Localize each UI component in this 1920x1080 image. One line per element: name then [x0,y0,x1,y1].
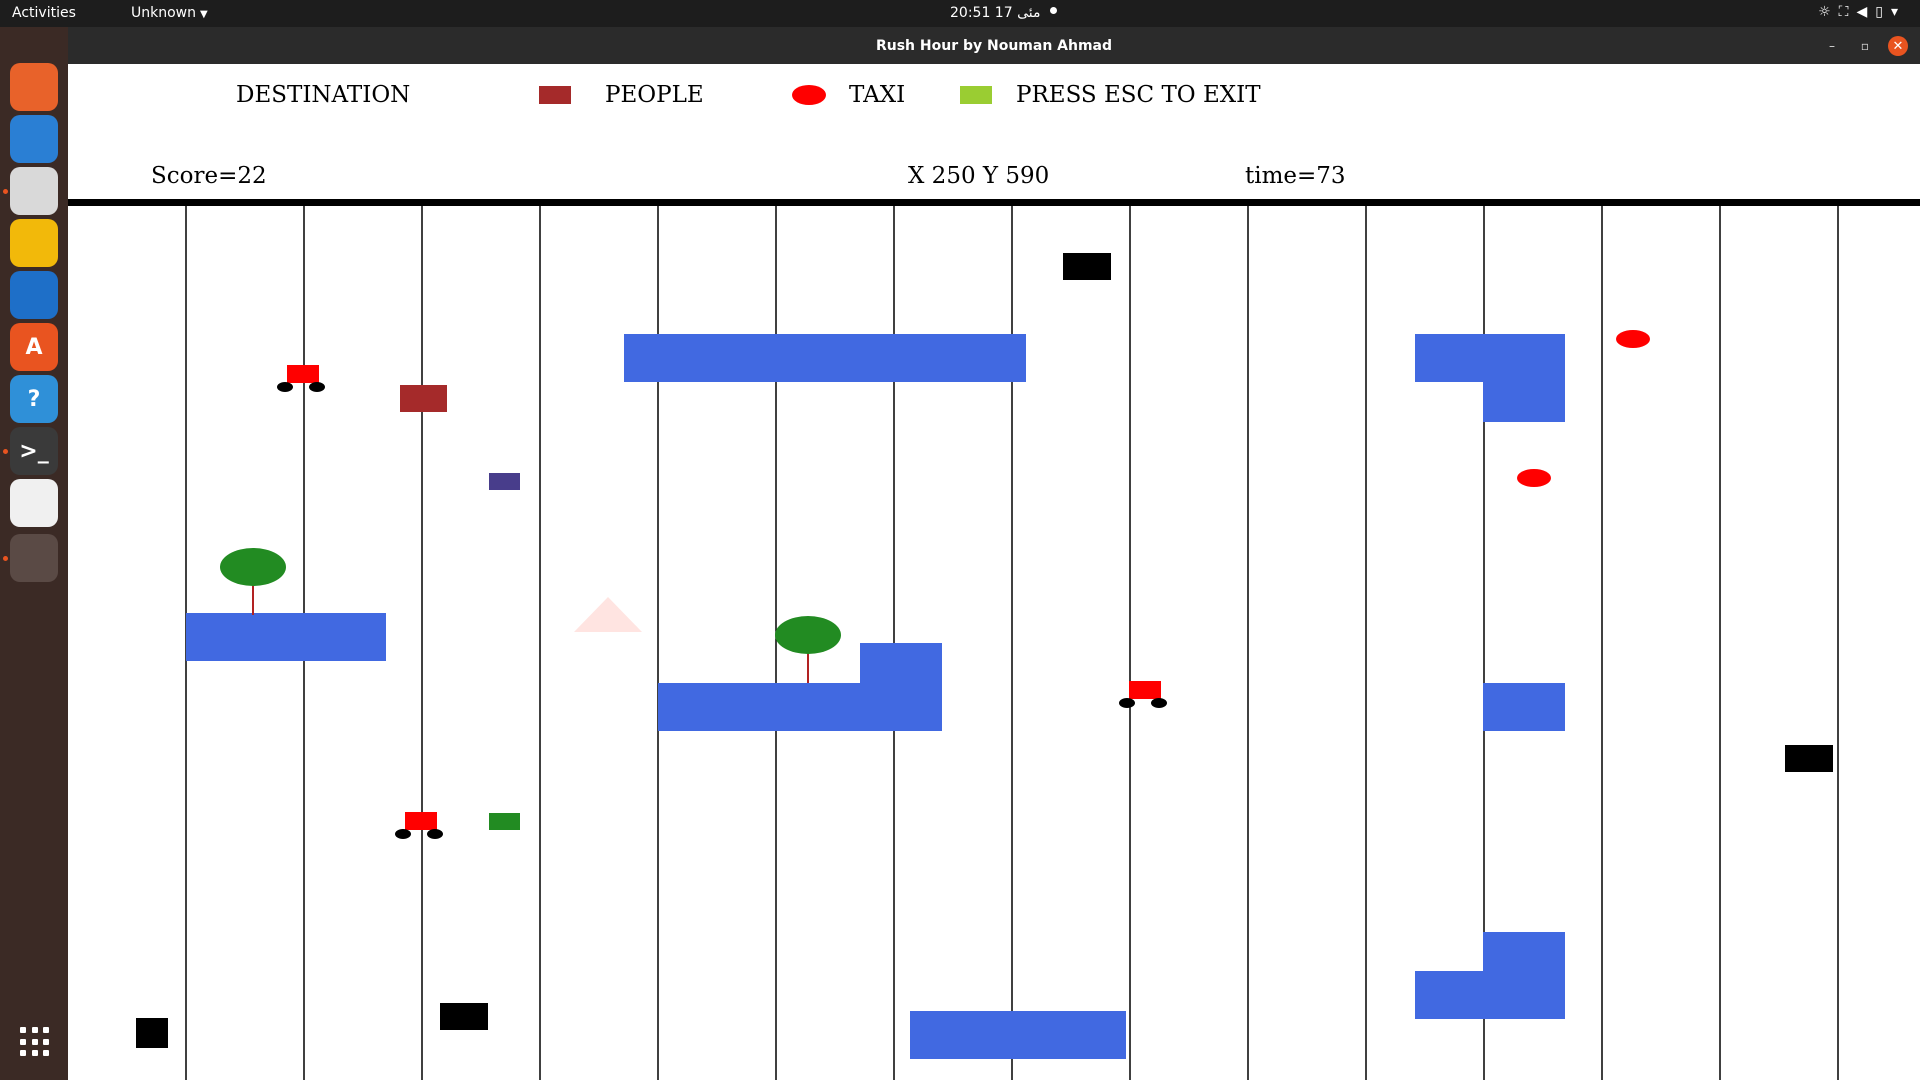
building-block [1483,683,1565,731]
building-block [910,1011,1126,1059]
car-wheel [427,829,443,839]
text-editor-glyph [10,479,58,527]
running-indicator [3,189,8,194]
help-glyph: ? [27,386,41,412]
person-marker [400,385,447,412]
notification-dot-icon [1050,7,1057,14]
system-top-bar: Activities Unknown ▼ 20:51 17 مئی ☼⛶◀▯▾ [0,0,1920,27]
rhythmbox-glyph [10,219,58,267]
building-block [1483,932,1565,1019]
maximize-icon[interactable]: ▫ [1855,36,1875,56]
thunderbird-glyph [10,115,58,163]
taxi-marker [1616,330,1650,348]
help-icon[interactable]: ? [10,375,58,423]
building-block [624,334,1026,382]
writer-glyph [10,271,58,319]
car-wheel [1151,698,1167,708]
thunderbird-icon[interactable] [10,115,58,163]
window-title: Rush Hour by Nouman Ahmad [875,37,1113,54]
car-body [1129,681,1161,699]
obstacle-block [136,1018,168,1048]
game-canvas[interactable]: DESTINATION PEOPLE TAXI PRESS ESC TO EXI… [68,64,1920,1080]
taxi-marker [1517,469,1551,487]
software-icon[interactable]: A [10,323,58,371]
passenger-marker [489,473,520,490]
close-icon[interactable]: ✕ [1888,36,1908,56]
destination-marker [489,813,520,830]
battery-icon: ▯ [1875,4,1891,20]
car-wheel [277,382,293,392]
firefox-icon[interactable] [10,63,58,111]
car-body [287,365,319,383]
car-body [405,812,437,830]
obstacle-block [1785,745,1833,772]
apps-grid-icon[interactable] [20,1027,50,1057]
text-editor-icon[interactable] [10,479,58,527]
terminal-icon[interactable]: >_ [10,427,58,475]
files-icon[interactable] [10,167,58,215]
brightness-icon: ☼ [1818,4,1839,20]
dock: A? >_ [0,27,68,1080]
network-icon: ⛶ [1838,4,1857,20]
clock[interactable]: 20:51 17 مئی [950,5,1040,21]
car-wheel [395,829,411,839]
app-menu-label: Unknown [131,5,196,21]
tree-canopy [220,548,286,586]
game-window-icon[interactable] [10,534,58,582]
building-block [186,613,386,661]
road-border [68,199,1920,206]
game-board[interactable] [68,64,1920,1080]
building-block [1483,334,1565,422]
app-menu[interactable]: Unknown ▼ [131,5,208,21]
obstacle-block [1063,253,1111,280]
running-indicator [3,556,8,561]
game-window-glyph [10,534,58,582]
activities-button[interactable]: Activities [12,5,76,21]
chevron-down-icon: ▼ [200,9,208,20]
tree-canopy [775,616,841,654]
window-title-bar[interactable]: Rush Hour by Nouman Ahmad – ▫ ✕ [68,27,1920,64]
firefox-glyph [10,63,58,111]
building-block [860,643,942,731]
rhythmbox-icon[interactable] [10,219,58,267]
minimize-icon[interactable]: – [1822,36,1842,56]
software-glyph: A [25,334,43,360]
writer-icon[interactable] [10,271,58,319]
volume-icon: ◀ [1856,4,1876,20]
hazard-triangle [574,597,642,632]
terminal-glyph: >_ [19,438,49,464]
files-glyph [10,167,58,215]
car-wheel [309,382,325,392]
car-wheel [1119,698,1135,708]
obstacle-block [440,1003,488,1030]
system-tray[interactable]: ☼⛶◀▯▾ [1818,4,1906,20]
power-menu-icon: ▾ [1890,4,1906,20]
running-indicator [3,449,8,454]
